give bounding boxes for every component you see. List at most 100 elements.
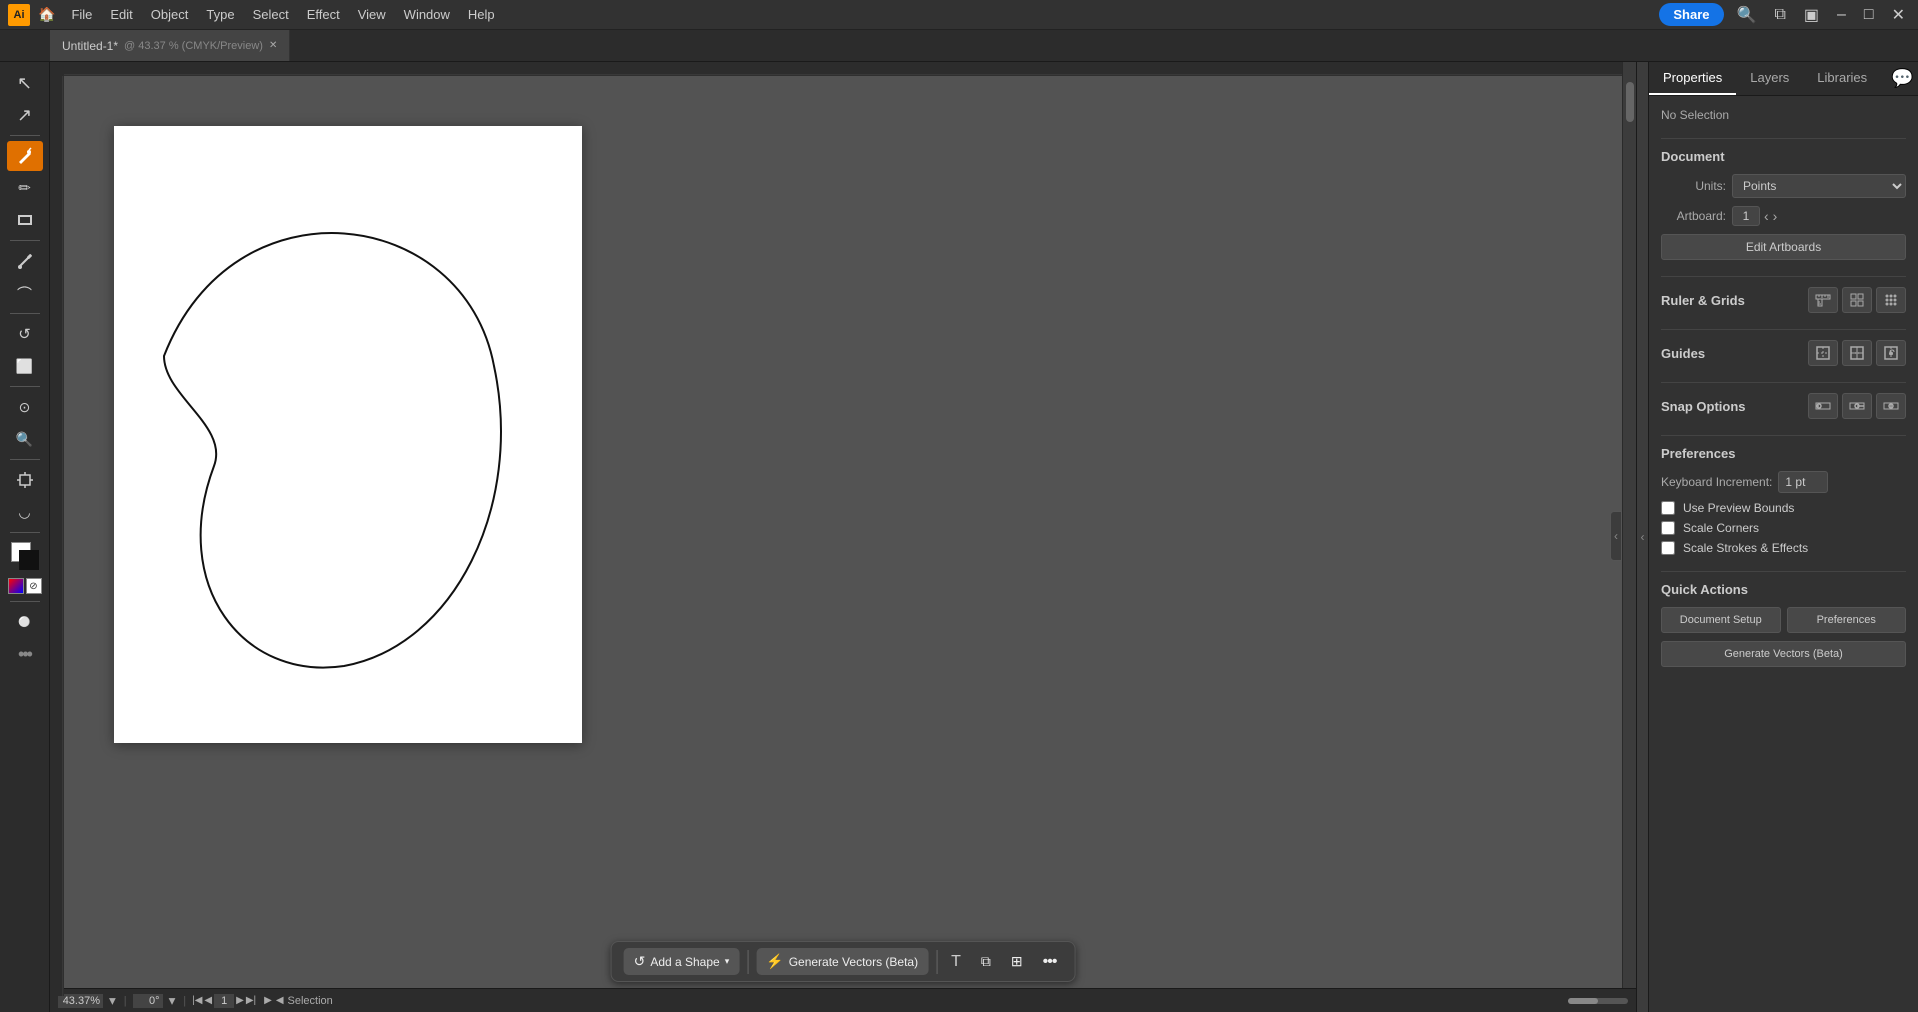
- zoom-chevron[interactable]: ▾: [107, 993, 118, 1009]
- artboard: [114, 126, 582, 743]
- status-play[interactable]: ▶: [264, 995, 272, 1006]
- menu-type[interactable]: Type: [198, 3, 242, 26]
- selection-tool[interactable]: ↖: [7, 68, 43, 98]
- text-tool-btn[interactable]: T: [945, 949, 967, 975]
- more-btn[interactable]: •••: [1037, 949, 1063, 975]
- snap-point-icon: [1815, 398, 1831, 414]
- search-icon[interactable]: 🔍: [1732, 3, 1762, 27]
- menu-select[interactable]: Select: [245, 3, 297, 26]
- paintbrush-tool[interactable]: [7, 246, 43, 276]
- document-tab[interactable]: Untitled-1* @ 43.37 % (CMYK/Preview) ✕: [50, 30, 290, 61]
- no-fill-btn[interactable]: ⊘: [26, 578, 42, 594]
- menu-effect[interactable]: Effect: [299, 3, 348, 26]
- direct-selection-tool[interactable]: ↗: [7, 100, 43, 130]
- drawn-path: [164, 233, 501, 668]
- document-section: Document Units: Points Pixels Inches Cen…: [1661, 149, 1906, 260]
- snap-align-btn[interactable]: [1876, 393, 1906, 419]
- blob-brush-tool[interactable]: ⌒: [7, 278, 43, 308]
- artboard-tool[interactable]: [7, 465, 43, 495]
- angle-input[interactable]: [133, 994, 163, 1008]
- lasso-tool[interactable]: ⊙: [7, 392, 43, 422]
- keyboard-increment-input[interactable]: [1778, 471, 1828, 493]
- pencil-tool[interactable]: ✏: [7, 173, 43, 203]
- artboard-nav-controls: |◀ ◀ ▶ ▶|: [192, 994, 256, 1008]
- fit-page-btn[interactable]: ⊞: [1005, 949, 1029, 974]
- use-preview-bounds-checkbox[interactable]: [1661, 501, 1675, 515]
- home-icon[interactable]: 🏠: [38, 6, 55, 23]
- stroke-color[interactable]: [19, 550, 39, 570]
- generate-vectors-beta-button[interactable]: Generate Vectors (Beta): [1661, 641, 1906, 667]
- snap-point-btn[interactable]: [1808, 393, 1838, 419]
- canvas-inner: ‹: [64, 76, 1622, 996]
- artboard-nav-input[interactable]: [1732, 206, 1760, 226]
- dots-grid-icon-btn[interactable]: [1876, 287, 1906, 313]
- no-selection-label: No Selection: [1661, 108, 1906, 122]
- more-tools[interactable]: •••: [7, 639, 43, 669]
- tab-close-icon[interactable]: ✕: [269, 40, 277, 51]
- menu-object[interactable]: Object: [143, 3, 197, 26]
- artboard-nav-next[interactable]: ›: [1773, 208, 1778, 224]
- nav-first[interactable]: |◀: [192, 995, 202, 1006]
- minimize-button[interactable]: –: [1832, 4, 1851, 26]
- panels-icon[interactable]: ▣: [1799, 3, 1824, 27]
- menu-file[interactable]: File: [63, 3, 100, 26]
- share-button[interactable]: Share: [1659, 3, 1723, 26]
- warp-tool[interactable]: ◡: [7, 497, 43, 527]
- guide-lock-btn[interactable]: [1876, 340, 1906, 366]
- menu-view[interactable]: View: [350, 3, 394, 26]
- scroll-thumb-v[interactable]: [1626, 82, 1634, 122]
- snap-grid-btn[interactable]: [1842, 393, 1872, 419]
- chat-icon[interactable]: 💬: [1881, 62, 1918, 95]
- tab-libraries[interactable]: Libraries: [1803, 62, 1881, 95]
- scale-strokes-label[interactable]: Scale Strokes & Effects: [1683, 541, 1808, 555]
- close-button[interactable]: ✕: [1887, 3, 1910, 27]
- units-select[interactable]: Points Pixels Inches Centimeters Millime…: [1732, 174, 1906, 198]
- nav-prev[interactable]: ◀: [204, 995, 212, 1006]
- generate-vectors-button[interactable]: ⚡ Generate Vectors (Beta): [756, 948, 928, 975]
- zoom-tool[interactable]: 🔍: [7, 424, 43, 454]
- rectangle-tool[interactable]: [7, 205, 43, 235]
- pen-tool[interactable]: [7, 141, 43, 171]
- tab-properties[interactable]: Properties: [1649, 62, 1736, 95]
- title-bar: Ai 🏠 File Edit Object Type Select Effect…: [0, 0, 1918, 30]
- use-preview-bounds-label[interactable]: Use Preview Bounds: [1683, 501, 1794, 515]
- maximize-button[interactable]: □: [1859, 4, 1879, 26]
- scroll-vertical[interactable]: [1622, 62, 1636, 996]
- workspace-icon[interactable]: ⧉: [1769, 4, 1790, 26]
- nav-last[interactable]: ▶|: [246, 995, 256, 1006]
- copy-artboard-btn[interactable]: ⧉: [975, 949, 997, 974]
- menu-help[interactable]: Help: [460, 3, 503, 26]
- scale-strokes-checkbox[interactable]: [1661, 541, 1675, 555]
- divider-4: [1661, 382, 1906, 383]
- color-mode-btn[interactable]: [8, 578, 24, 594]
- units-row: Units: Points Pixels Inches Centimeters …: [1661, 174, 1906, 198]
- zoom-input[interactable]: [58, 994, 103, 1008]
- scale-corners-checkbox[interactable]: [1661, 521, 1675, 535]
- add-shape-button[interactable]: ↺ Add a Shape ▾: [624, 948, 740, 975]
- guide-edit-btn[interactable]: [1842, 340, 1872, 366]
- rotate-tool[interactable]: ↺: [7, 319, 43, 349]
- menu-edit[interactable]: Edit: [102, 3, 140, 26]
- menu-window[interactable]: Window: [396, 3, 458, 26]
- selection-label: Selection: [288, 995, 333, 1007]
- canvas-area[interactable]: ‹ ↺ Add a Shape ▾ ⚡ Generate Vectors (Be…: [50, 62, 1636, 1012]
- snap-align-icon: [1883, 398, 1899, 414]
- rulers-icon-btn[interactable]: [1808, 287, 1838, 313]
- color-boxes[interactable]: [7, 538, 43, 574]
- edit-artboards-button[interactable]: Edit Artboards: [1661, 234, 1906, 260]
- artboard-input[interactable]: [214, 994, 234, 1008]
- scale-corners-label[interactable]: Scale Corners: [1683, 521, 1759, 535]
- eraser-tool[interactable]: ⬜: [7, 351, 43, 381]
- stroke-fill-toggle[interactable]: ⚪: [7, 607, 43, 637]
- panel-collapse-handle[interactable]: ‹: [1636, 62, 1648, 1012]
- nav-next[interactable]: ▶: [236, 995, 244, 1006]
- status-back[interactable]: ◀: [276, 995, 284, 1006]
- preferences-button[interactable]: Preferences: [1787, 607, 1907, 633]
- tab-layers[interactable]: Layers: [1736, 62, 1803, 95]
- document-setup-button[interactable]: Document Setup: [1661, 607, 1781, 633]
- right-collapse-btn[interactable]: ‹: [1610, 511, 1622, 561]
- artboard-nav-prev[interactable]: ‹: [1764, 208, 1769, 224]
- guide-add-btn[interactable]: [1808, 340, 1838, 366]
- angle-chevron[interactable]: ▾: [167, 993, 178, 1009]
- grid-icon-btn[interactable]: [1842, 287, 1872, 313]
